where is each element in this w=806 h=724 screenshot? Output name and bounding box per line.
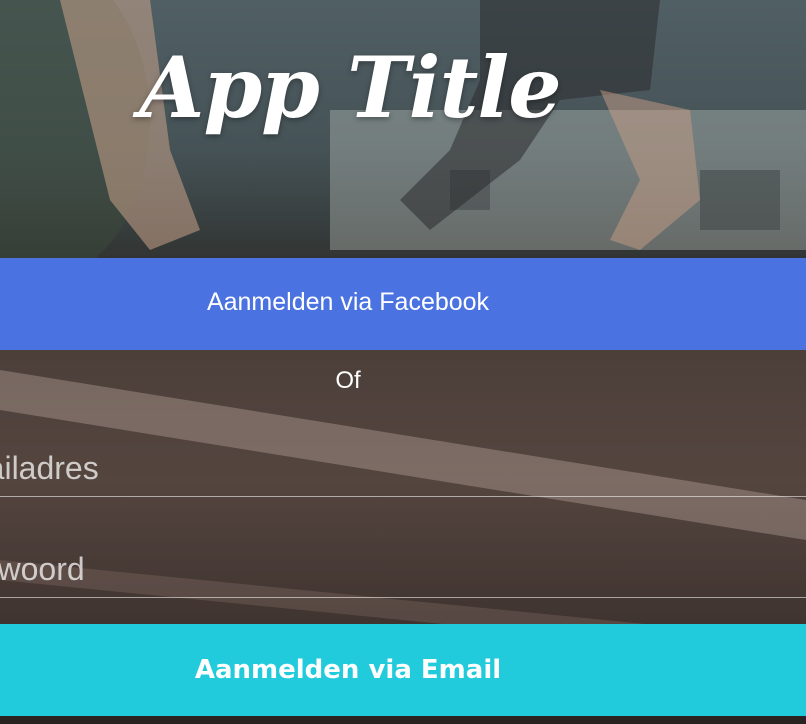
- email-login-button[interactable]: Aanmelden via Email: [0, 624, 806, 716]
- password-field[interactable]: [0, 541, 806, 598]
- app-title: App Title: [139, 38, 561, 137]
- email-login-label: Aanmelden via Email: [194, 655, 502, 685]
- facebook-login-label: Aanmelden via Facebook: [206, 288, 490, 316]
- or-divider: Of: [335, 367, 361, 394]
- email-field[interactable]: [0, 440, 806, 497]
- facebook-login-button[interactable]: Aanmelden via Facebook: [0, 258, 806, 350]
- login-screen: App Title Aanmelden via Facebook Of Aanm…: [0, 0, 806, 724]
